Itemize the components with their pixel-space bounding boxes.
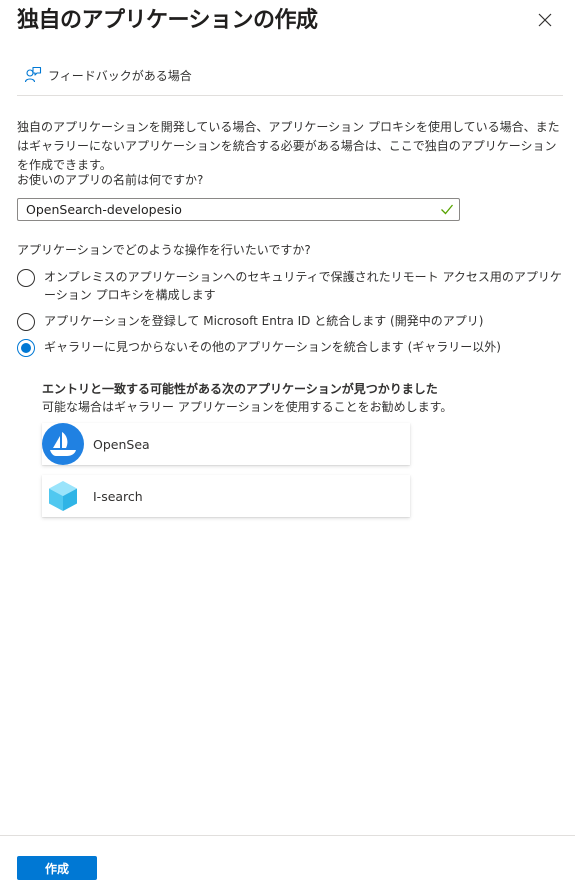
- app-name-label: お使いのアプリの名前は何ですか?: [17, 173, 204, 187]
- radio-option-label: オンプレミスのアプリケーションへのセキュリティで保護されたリモート アクセス用の…: [44, 270, 562, 302]
- app-name-opensea: OpenSea: [93, 436, 150, 452]
- app-name-field-wrapper: [17, 198, 460, 221]
- close-icon: [538, 13, 552, 27]
- radio-option-label: アプリケーションを登録して Microsoft Entra ID と統合します …: [44, 314, 484, 328]
- radio-option-register-app[interactable]: アプリケーションを登録して Microsoft Entra ID と統合します …: [17, 312, 564, 331]
- radio-button[interactable]: [17, 313, 35, 331]
- radio-button-selected[interactable]: [17, 339, 35, 357]
- radio-option-label: ギャラリーに見つからないその他のアプリケーションを統合します (ギャラリー以外): [44, 340, 501, 354]
- opensea-logo-icon: [42, 423, 84, 465]
- feedback-link[interactable]: フィードバックがある場合: [24, 66, 192, 84]
- matches-subtitle: 可能な場合はギャラリー アプリケーションを使用することをお勧めします。: [42, 400, 453, 414]
- close-button[interactable]: [534, 9, 556, 31]
- purpose-label: アプリケーションでどのような操作を行いたいですか?: [17, 243, 311, 257]
- create-button[interactable]: 作成: [17, 856, 97, 880]
- person-feedback-icon: [24, 66, 42, 84]
- cube-logo-icon: [42, 475, 84, 517]
- app-name-input[interactable]: [18, 199, 434, 220]
- description-text: 独自のアプリケーションを開発している場合、アプリケーション プロキシを使用してい…: [17, 120, 560, 172]
- header-divider: [17, 95, 563, 96]
- radio-option-app-proxy[interactable]: オンプレミスのアプリケーションへのセキュリティで保護されたリモート アクセス用の…: [17, 268, 564, 304]
- checkmark-icon: [440, 202, 454, 219]
- footer-divider: [0, 835, 575, 836]
- matches-title: エントリと一致する可能性がある次のアプリケーションが見つかりました: [42, 382, 438, 396]
- radio-option-non-gallery[interactable]: ギャラリーに見つからないその他のアプリケーションを統合します (ギャラリー以外): [17, 338, 564, 357]
- app-card-opensea[interactable]: OpenSea: [42, 423, 410, 465]
- app-card-i-search[interactable]: I-search: [42, 475, 410, 517]
- page-title: 独自のアプリケーションの作成: [17, 8, 318, 33]
- radio-button[interactable]: [17, 269, 35, 287]
- app-name-i-search: I-search: [93, 488, 143, 504]
- feedback-label: フィードバックがある場合: [48, 68, 192, 83]
